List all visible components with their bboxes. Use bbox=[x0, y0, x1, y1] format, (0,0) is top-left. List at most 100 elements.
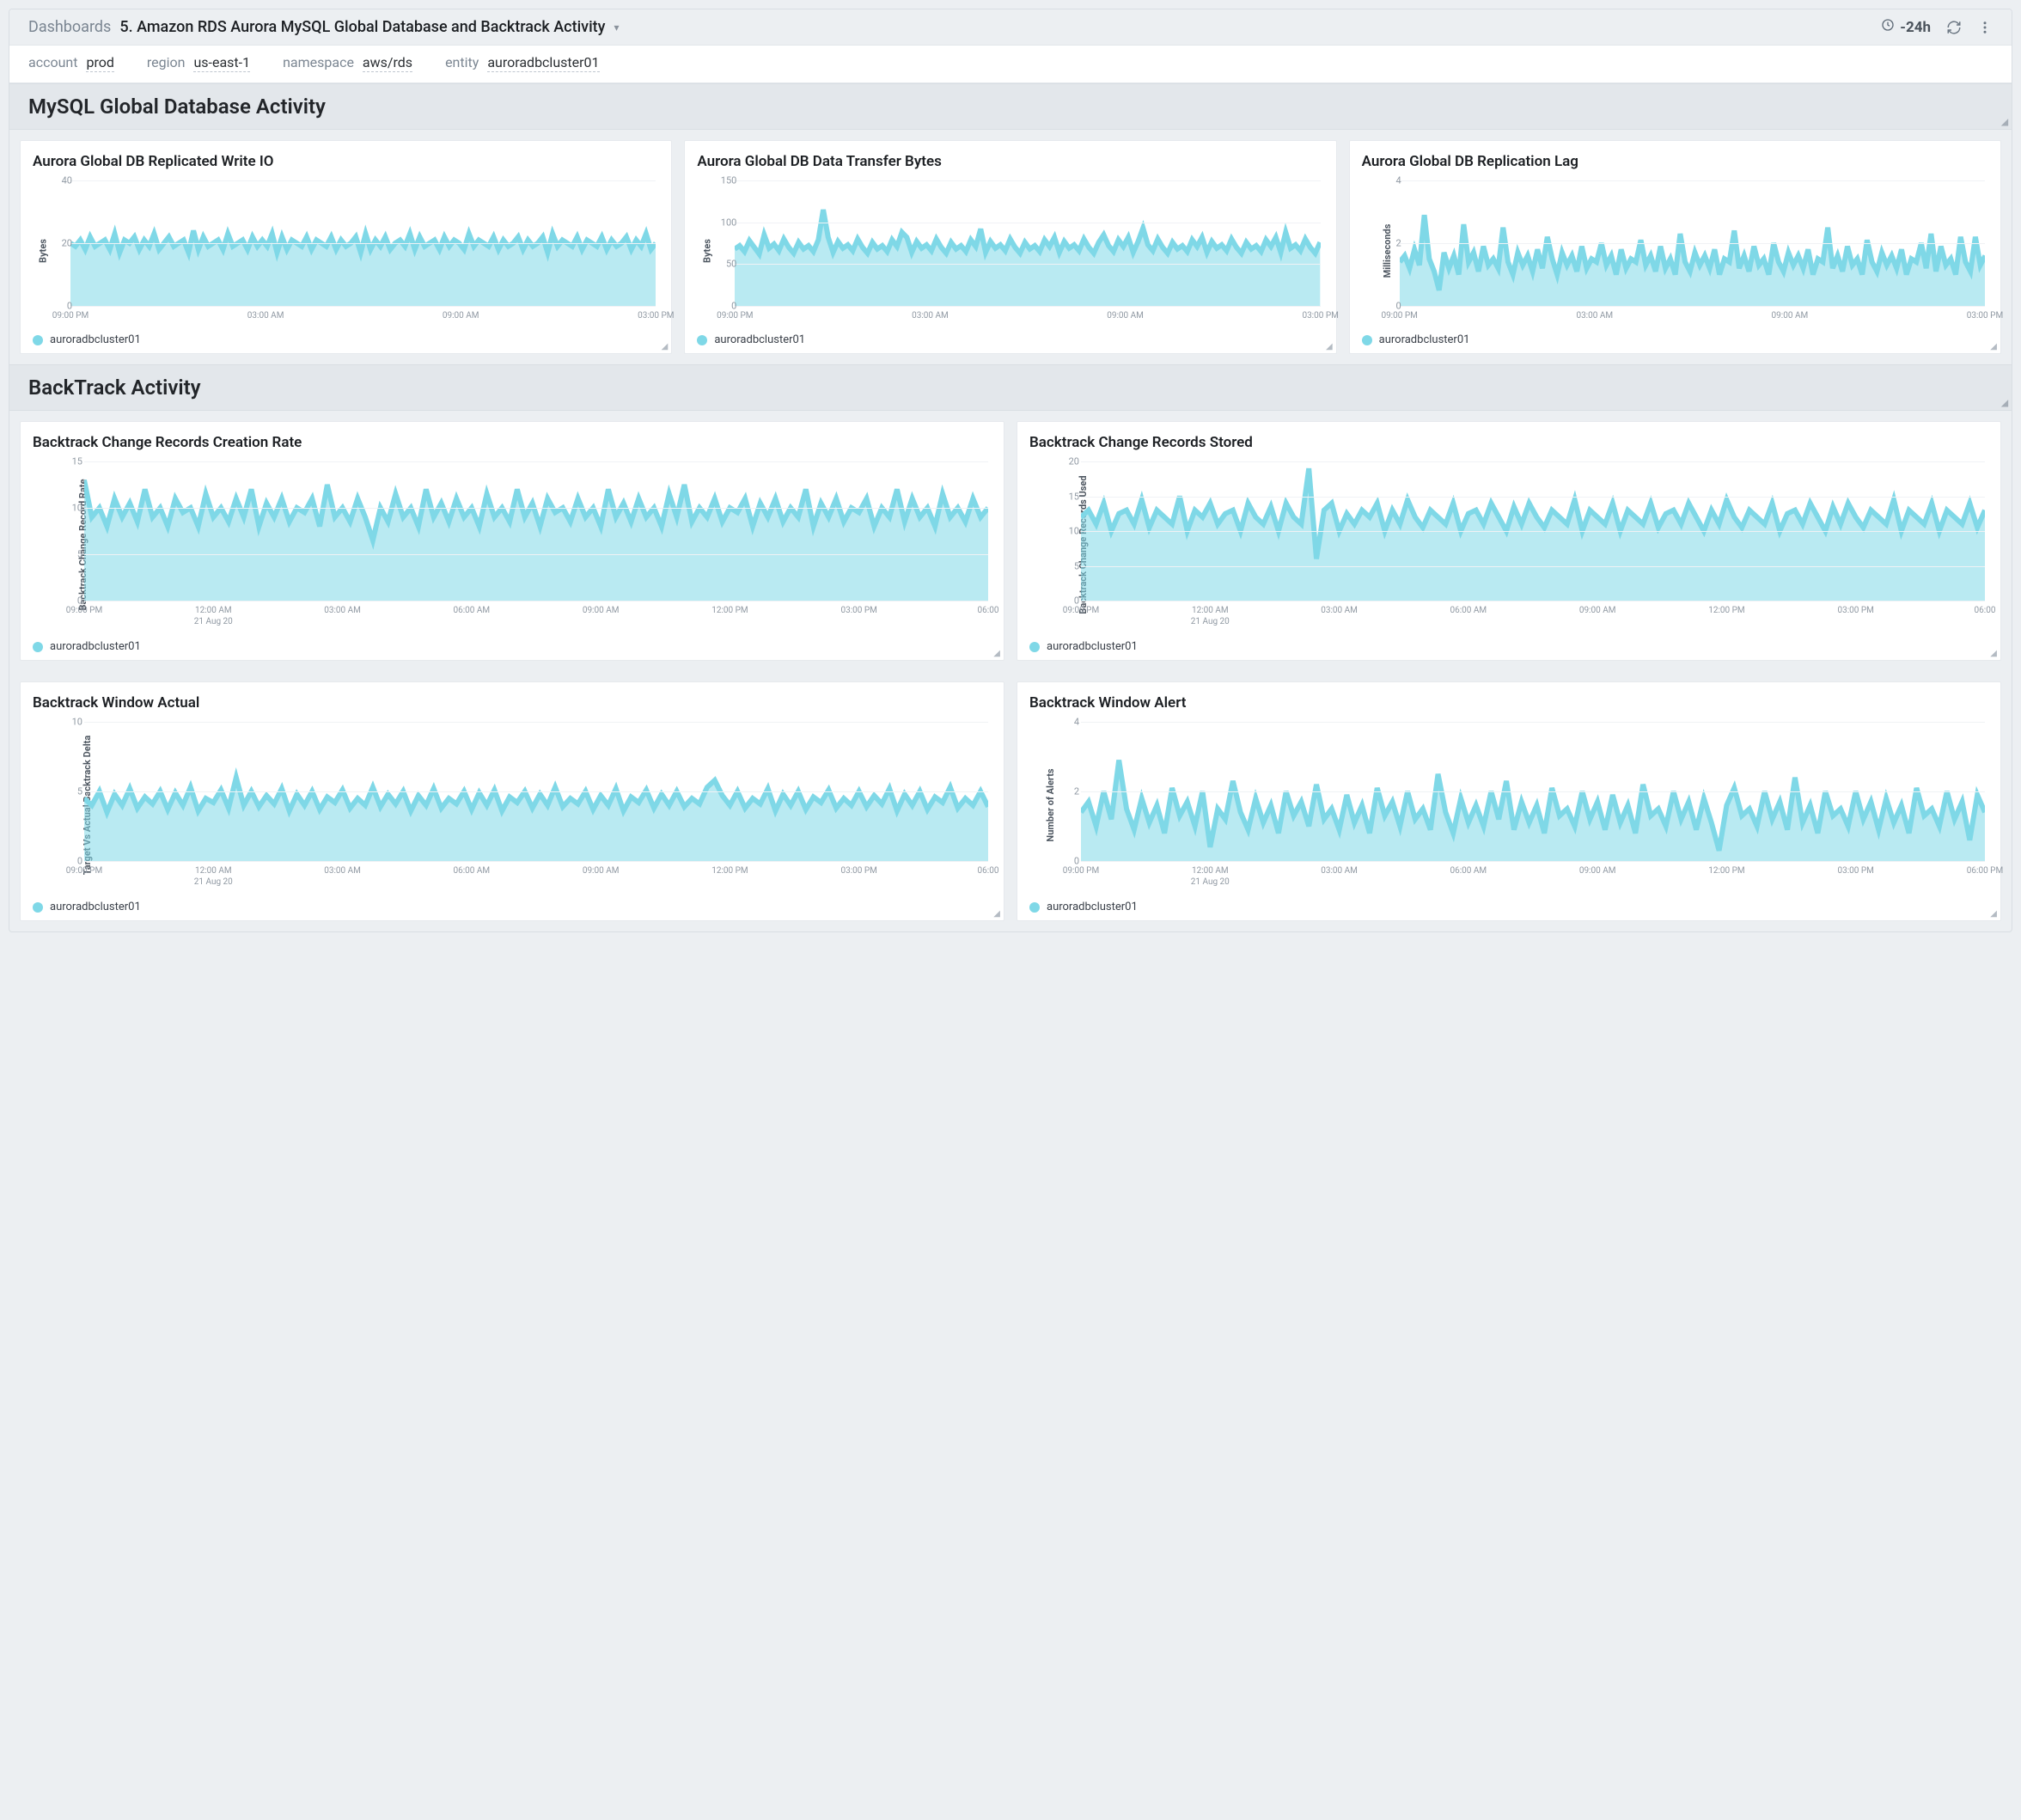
filter-account[interactable]: account prod bbox=[28, 54, 114, 72]
filter-value[interactable]: us-east-1 bbox=[193, 54, 250, 72]
y-tick: 0 bbox=[50, 595, 82, 607]
resize-handle-icon[interactable]: ◢ bbox=[1990, 342, 1997, 351]
filter-entity[interactable]: entity auroradbcluster01 bbox=[445, 54, 599, 72]
chart-title: Backtrack Window Alert bbox=[1029, 694, 1988, 712]
chart-plot[interactable] bbox=[70, 180, 656, 306]
legend-swatch-icon bbox=[33, 902, 43, 913]
x-tick: 09:00 AM bbox=[443, 311, 479, 322]
chart-card-replication-lag[interactable]: Aurora Global DB Replication LagMillisec… bbox=[1349, 140, 2001, 354]
chart-card-bt-stored[interactable]: Backtrack Change Records StoredBacktrack… bbox=[1017, 421, 2001, 661]
chart-card-data-transfer[interactable]: Aurora Global DB Data Transfer BytesByte… bbox=[684, 140, 1336, 354]
resize-handle-icon[interactable]: ◢ bbox=[662, 342, 669, 351]
filter-value[interactable]: aws/rds bbox=[363, 54, 412, 72]
grid-line bbox=[1081, 461, 1985, 462]
grid-line bbox=[84, 722, 988, 723]
x-tick: 12:00 PM bbox=[711, 866, 748, 877]
grid-line bbox=[84, 791, 988, 792]
section-title: BackTrack Activity bbox=[28, 376, 201, 400]
resize-handle-icon[interactable]: ◢ bbox=[1990, 909, 1997, 919]
x-tick: 12:00 AM21 Aug 20 bbox=[1191, 606, 1230, 627]
x-tick: 03:00 AM bbox=[1576, 311, 1613, 322]
y-axis: 024 bbox=[1369, 180, 1401, 306]
x-tick: 09:00 PM bbox=[1063, 606, 1099, 617]
x-tick: 09:00 AM bbox=[583, 866, 620, 877]
x-axis: 09:00 PM12:00 AM21 Aug 2003:00 AM06:00 A… bbox=[84, 604, 988, 635]
chart-legend[interactable]: auroradbcluster01 bbox=[1029, 901, 1988, 913]
resize-handle-icon[interactable]: ◢ bbox=[2001, 118, 2008, 127]
legend-swatch-icon bbox=[1029, 642, 1040, 652]
x-axis: 09:00 PM03:00 AM09:00 AM03:00 PM bbox=[1400, 309, 1985, 328]
x-tick: 06:00 AM bbox=[454, 866, 491, 877]
resize-handle-icon[interactable]: ◢ bbox=[993, 909, 1000, 919]
x-tick: 09:00 AM bbox=[1579, 606, 1616, 617]
y-axis: 05101520 bbox=[1047, 461, 1079, 601]
chart-plot[interactable] bbox=[1081, 461, 1985, 601]
x-tick: 12:00 AM21 Aug 20 bbox=[194, 866, 233, 888]
chart-area: Milliseconds02409:00 PM03:00 AM09:00 AM0… bbox=[1362, 174, 1988, 328]
filter-value[interactable]: prod bbox=[86, 54, 113, 72]
x-tick: 12:00 AM21 Aug 20 bbox=[1191, 866, 1230, 888]
dashboard-page: Dashboards 5. Amazon RDS Aurora MySQL Gl… bbox=[9, 9, 2012, 932]
chart-plot[interactable] bbox=[1081, 722, 1985, 861]
chart-card-bt-rate[interactable]: Backtrack Change Records Creation RateBa… bbox=[20, 421, 1004, 661]
grid-line bbox=[70, 180, 656, 181]
resize-handle-icon[interactable]: ◢ bbox=[1326, 342, 1333, 351]
y-axis: 024 bbox=[1047, 722, 1079, 861]
x-tick: 03:00 PM bbox=[1302, 311, 1338, 322]
chart-legend[interactable]: auroradbcluster01 bbox=[33, 333, 659, 346]
x-tick: 09:00 PM bbox=[1381, 311, 1417, 322]
breadcrumb[interactable]: Dashboards 5. Amazon RDS Aurora MySQL Gl… bbox=[28, 18, 620, 36]
x-tick: 03:00 AM bbox=[324, 866, 361, 877]
chart-card-bt-window-actual[interactable]: Backtrack Window ActualTarget Vs Actual … bbox=[20, 681, 1004, 921]
filter-namespace[interactable]: namespace aws/rds bbox=[283, 54, 412, 72]
x-axis: 09:00 PM12:00 AM21 Aug 2003:00 AM06:00 A… bbox=[84, 864, 988, 895]
x-tick: 09:00 PM bbox=[66, 866, 102, 877]
x-tick: 06:00 bbox=[978, 606, 999, 617]
grid-line bbox=[735, 264, 1320, 265]
resize-handle-icon[interactable]: ◢ bbox=[993, 649, 1000, 658]
y-tick: 0 bbox=[50, 856, 82, 867]
time-range-picker[interactable]: -24h bbox=[1881, 18, 1931, 36]
x-tick: 09:00 PM bbox=[717, 311, 753, 322]
x-tick: 03:00 PM bbox=[638, 311, 674, 322]
y-tick: 5 bbox=[50, 549, 82, 560]
chevron-down-icon[interactable]: ▾ bbox=[614, 21, 620, 34]
y-tick: 15 bbox=[1047, 491, 1079, 502]
x-tick: 09:00 PM bbox=[1063, 866, 1099, 877]
x-tick: 06:00 AM bbox=[1450, 606, 1487, 617]
filter-region[interactable]: region us-east-1 bbox=[147, 54, 250, 72]
x-tick: 12:00 PM bbox=[1708, 606, 1744, 617]
chart-plot[interactable] bbox=[735, 180, 1320, 306]
chart-legend[interactable]: auroradbcluster01 bbox=[1362, 333, 1988, 346]
section-header-global-db: MySQL Global Database Activity ◢ bbox=[9, 83, 2012, 130]
grid-line bbox=[1081, 722, 1985, 723]
breadcrumb-root[interactable]: Dashboards bbox=[28, 18, 111, 36]
x-tick: 09:00 AM bbox=[583, 606, 620, 617]
chart-plot[interactable] bbox=[84, 722, 988, 861]
y-tick: 0 bbox=[704, 301, 736, 312]
legend-label: auroradbcluster01 bbox=[50, 901, 141, 913]
chart-legend[interactable]: auroradbcluster01 bbox=[33, 640, 992, 653]
y-tick: 4 bbox=[1369, 175, 1401, 186]
chart-legend[interactable]: auroradbcluster01 bbox=[1029, 640, 1988, 653]
chart-legend[interactable]: auroradbcluster01 bbox=[33, 901, 992, 913]
chart-plot[interactable] bbox=[84, 461, 988, 601]
x-tick: 03:00 PM bbox=[1967, 311, 2003, 322]
x-axis: 09:00 PM12:00 AM21 Aug 2003:00 AM06:00 A… bbox=[1081, 864, 1985, 895]
resize-handle-icon[interactable]: ◢ bbox=[2001, 399, 2008, 408]
y-tick: 40 bbox=[40, 175, 72, 186]
resize-handle-icon[interactable]: ◢ bbox=[1990, 649, 1997, 658]
grid-line bbox=[1081, 861, 1985, 862]
breadcrumb-title[interactable]: 5. Amazon RDS Aurora MySQL Global Databa… bbox=[119, 18, 605, 36]
legend-label: auroradbcluster01 bbox=[1379, 333, 1470, 346]
chart-plot[interactable] bbox=[1400, 180, 1985, 306]
refresh-button[interactable] bbox=[1946, 20, 1962, 35]
chart-legend[interactable]: auroradbcluster01 bbox=[697, 333, 1323, 346]
more-menu-button[interactable] bbox=[1977, 20, 1993, 35]
filter-value[interactable]: auroradbcluster01 bbox=[487, 54, 599, 72]
grid-line bbox=[1081, 497, 1985, 498]
chart-card-write-io[interactable]: Aurora Global DB Replicated Write IOByte… bbox=[20, 140, 672, 354]
chart-card-bt-window-alert[interactable]: Backtrack Window AlertNumber of Alerts02… bbox=[1017, 681, 2001, 921]
y-tick: 100 bbox=[704, 217, 736, 228]
y-tick: 2 bbox=[1047, 786, 1079, 797]
